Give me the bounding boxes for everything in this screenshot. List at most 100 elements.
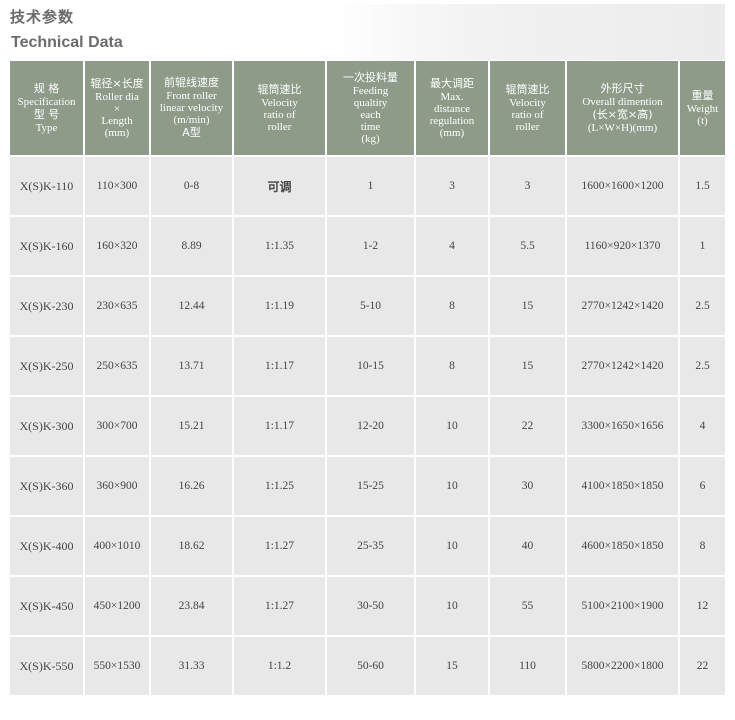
header-text: 一次投料量 [343, 71, 398, 84]
header-text: distance [433, 103, 471, 115]
header-text: ratio of [263, 109, 296, 121]
column-header-specification: 规 格 Specification 型 号 Type [10, 61, 85, 157]
cell-roller-size: 450×1200 [84, 576, 151, 637]
header-text: (t) [697, 115, 708, 127]
header-text: qualtity [353, 97, 388, 109]
table-row: X(S)K-230 230×635 12.44 1:1.19 5-10 8 15 2770×1… [10, 276, 725, 337]
cell-roller-size: 400×1010 [84, 516, 151, 577]
cell-velocity-ratio: 1:1.27 [233, 576, 327, 637]
cell-weight: 22 [679, 636, 725, 697]
cell-overall-dimension: 2770×1242×1420 [566, 276, 680, 337]
cell-velocity-ratio-2: 3 [489, 156, 567, 217]
cell-overall-dimension: 3300×1650×1656 [566, 396, 680, 457]
table-row: X(S)K-300 300×700 15.21 1:1.17 12-20 10 22 3300… [10, 396, 725, 457]
cell-velocity-ratio-2: 15 [489, 336, 567, 397]
cell-velocity-ratio-2: 55 [489, 576, 567, 637]
cell-model: X(S)K-300 [10, 396, 85, 457]
cell-feeding-quantity: 50-60 [326, 636, 416, 697]
cell-max-distance: 15 [415, 636, 490, 697]
cell-velocity-ratio-2: 40 [489, 516, 567, 577]
cell-front-velocity: 15.21 [150, 396, 234, 457]
cell-roller-size: 550×1530 [84, 636, 151, 697]
cell-weight: 12 [679, 576, 725, 637]
header-text: 辊筒速比 [505, 83, 550, 96]
cell-max-distance: 10 [415, 456, 490, 517]
cell-weight: 1.5 [679, 156, 725, 217]
cell-roller-size: 160×320 [84, 216, 151, 277]
cell-velocity-ratio-2: 15 [489, 276, 567, 337]
cell-velocity-ratio: 1:1.17 [233, 396, 327, 457]
header-text: roller [515, 121, 540, 133]
cell-max-distance: 3 [415, 156, 490, 217]
technical-data-table: 规 格 Specification 型 号 Type 辊径×长度 Roller … [10, 61, 725, 697]
header-text: Feeding [352, 85, 389, 97]
header-text: ratio of [511, 109, 544, 121]
header-text: A型 [182, 126, 201, 139]
header-text: Velocity [509, 97, 546, 109]
header-text: Weight [686, 103, 719, 115]
cell-velocity-ratio: 1:1.25 [233, 456, 327, 517]
cell-model: X(S)K-160 [10, 216, 85, 277]
header-text: (m/min) [173, 114, 210, 126]
column-header-max-distance: 最大调距 Max. distance regulation (mm) [415, 61, 490, 157]
column-header-roller-dia-length: 辊径×长度 Roller dia × Length (mm) [84, 61, 151, 157]
cell-overall-dimension: 1160×920×1370 [566, 216, 680, 277]
cell-weight: 2.5 [679, 336, 725, 397]
cell-velocity-ratio-2: 5.5 [489, 216, 567, 277]
cell-front-velocity: 13.71 [150, 336, 234, 397]
cell-velocity-ratio-2: 110 [489, 636, 567, 697]
header-text: linear velocity [159, 102, 224, 114]
cell-front-velocity: 23.84 [150, 576, 234, 637]
header-text: Roller dia [95, 91, 139, 103]
header-text: 规 格 [33, 82, 60, 95]
cell-overall-dimension: 1600×1600×1200 [566, 156, 680, 217]
table-row: X(S)K-250 250×635 13.71 1:1.17 10-15 8 15 2770×… [10, 336, 725, 397]
header-text: Max. [440, 91, 464, 103]
cell-front-velocity: 12.44 [150, 276, 234, 337]
cell-max-distance: 8 [415, 276, 490, 337]
cell-velocity-ratio: 1:1.2 [233, 636, 327, 697]
cell-front-velocity: 8.89 [150, 216, 234, 277]
column-header-velocity-ratio: 辊筒速比 Velocity ratio of roller [233, 61, 327, 157]
header-row: 规 格 Specification 型 号 Type 辊径×长度 Roller … [10, 61, 725, 157]
cell-max-distance: 10 [415, 576, 490, 637]
cell-front-velocity: 16.26 [150, 456, 234, 517]
cell-velocity-ratio-2: 30 [489, 456, 567, 517]
cell-front-velocity: 18.62 [150, 516, 234, 577]
header-text: (mm) [439, 127, 465, 139]
cell-overall-dimension: 4100×1850×1850 [566, 456, 680, 517]
cell-feeding-quantity: 12-20 [326, 396, 416, 457]
cell-overall-dimension: 4600×1850×1850 [566, 516, 680, 577]
cell-feeding-quantity: 1-2 [326, 216, 416, 277]
header-text: Length [101, 115, 133, 127]
cell-weight: 2.5 [679, 276, 725, 337]
cell-front-velocity: 0-8 [150, 156, 234, 217]
cell-roller-size: 300×700 [84, 396, 151, 457]
header-text: 最大调距 [430, 77, 474, 90]
column-header-feeding-quantity: 一次投料量 Feeding qualtity each time (kg) [326, 61, 416, 157]
cell-weight: 6 [679, 456, 725, 517]
header-text: 外形尺寸 [600, 82, 645, 95]
header-text: 重量 [691, 89, 714, 102]
table-row: X(S)K-400 400×1010 18.62 1:1.27 25-35 10 40 460… [10, 516, 725, 577]
cell-overall-dimension: 5100×2100×1900 [566, 576, 680, 637]
cell-model: X(S)K-450 [10, 576, 85, 637]
cell-velocity-ratio-2: 22 [489, 396, 567, 457]
header-text: (长×宽×高) [592, 108, 653, 121]
cell-feeding-quantity: 30-50 [326, 576, 416, 637]
cell-max-distance: 10 [415, 516, 490, 577]
header-text: Type [35, 122, 58, 134]
header-text: (kg) [361, 133, 380, 145]
table-header: 规 格 Specification 型 号 Type 辊径×长度 Roller … [10, 61, 725, 157]
cell-max-distance: 10 [415, 396, 490, 457]
header-text: Velocity [261, 97, 298, 109]
cell-feeding-quantity: 15-25 [326, 456, 416, 517]
header-text: regulation [429, 115, 475, 127]
cell-weight: 8 [679, 516, 725, 577]
cell-feeding-quantity: 1 [326, 156, 416, 217]
header-text: Overall dimention [582, 96, 663, 108]
cell-model: X(S)K-250 [10, 336, 85, 397]
cell-velocity-ratio: 可调 [233, 156, 327, 217]
header-text: Specification [17, 96, 76, 108]
cell-feeding-quantity: 5-10 [326, 276, 416, 337]
